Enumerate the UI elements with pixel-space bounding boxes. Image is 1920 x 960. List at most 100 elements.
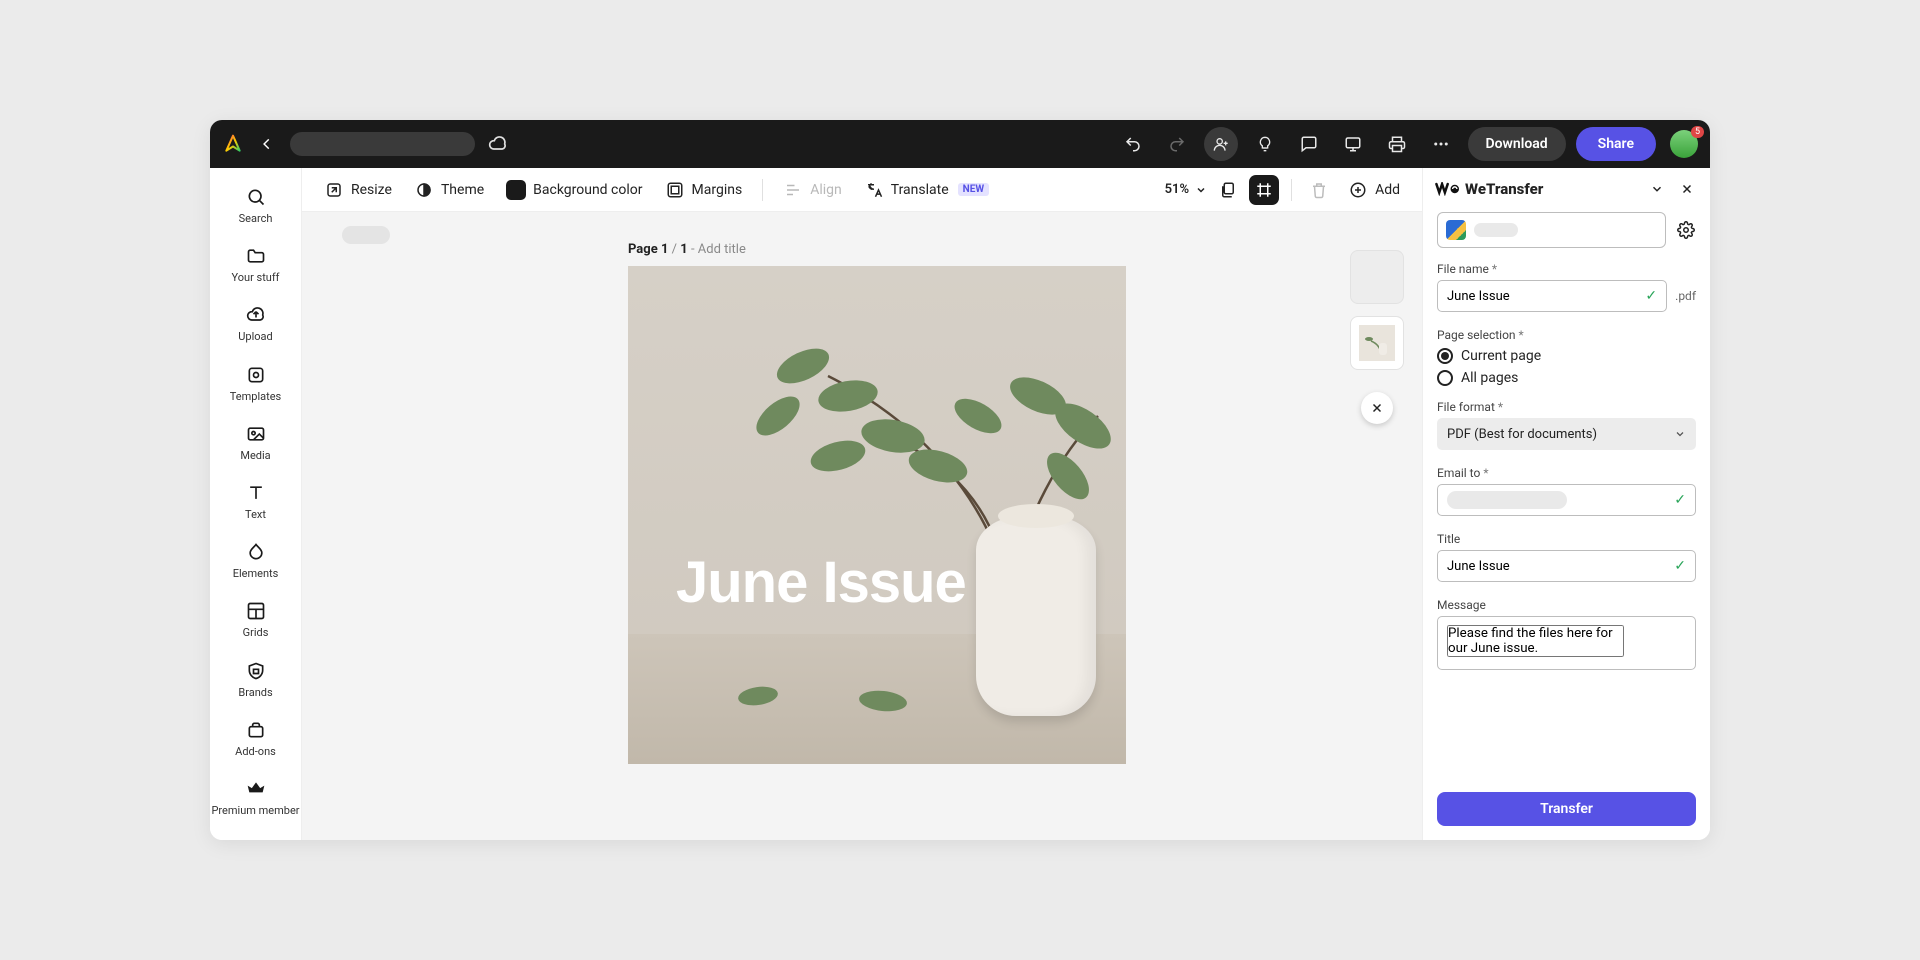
radio-label: All pages: [1461, 370, 1518, 386]
present-icon[interactable]: [1336, 127, 1370, 161]
email-placeholder: [1447, 491, 1567, 509]
artboard[interactable]: June Issue: [628, 266, 1126, 764]
rail-media[interactable]: Media: [210, 415, 301, 470]
resize-button[interactable]: Resize: [316, 176, 400, 204]
radio-all-pages[interactable]: All pages: [1437, 370, 1696, 386]
transfer-button[interactable]: Transfer: [1437, 792, 1696, 826]
comments-icon[interactable]: [1292, 127, 1326, 161]
theme-button[interactable]: Theme: [406, 176, 492, 204]
margins-icon: [665, 180, 685, 200]
hint-icon[interactable]: [1248, 127, 1282, 161]
translate-button[interactable]: Translate NEW: [856, 176, 997, 204]
check-icon: ✓: [1645, 288, 1657, 304]
message-textarea[interactable]: [1437, 616, 1696, 670]
wetransfer-account-select[interactable]: [1437, 212, 1666, 248]
collapse-panel-button[interactable]: [1646, 178, 1668, 200]
translate-label: Translate: [891, 182, 949, 198]
brands-icon: [245, 660, 267, 682]
zoom-value: 51%: [1165, 182, 1189, 197]
email-to-input[interactable]: ✓: [1437, 484, 1696, 516]
print-icon[interactable]: [1380, 127, 1414, 161]
rail-text[interactable]: Text: [210, 474, 301, 529]
add-collaborator-icon[interactable]: [1204, 127, 1238, 161]
zoom-control[interactable]: 51%: [1165, 182, 1207, 197]
notification-badge: 5: [1691, 126, 1704, 138]
cloud-sync-icon[interactable]: [485, 131, 511, 157]
title-input[interactable]: ✓: [1437, 550, 1696, 582]
rail-label: Brands: [238, 686, 272, 699]
share-button[interactable]: Share: [1576, 127, 1656, 161]
back-button[interactable]: [254, 131, 280, 157]
rail-label: Elements: [233, 567, 279, 580]
rail-brands[interactable]: Brands: [210, 652, 301, 707]
bgcolor-label: Background color: [533, 182, 642, 198]
user-avatar[interactable]: 5: [1670, 130, 1698, 158]
page-thumbnails: [1350, 250, 1404, 424]
rail-label: Search: [239, 212, 273, 225]
download-button[interactable]: Download: [1468, 127, 1566, 161]
canvas-scroll[interactable]: Page 1 / 1 - Add title: [302, 212, 1422, 840]
rail-grids[interactable]: Grids: [210, 592, 301, 647]
rail-upload[interactable]: Upload: [210, 296, 301, 351]
check-icon: ✓: [1674, 558, 1686, 574]
new-badge: NEW: [958, 183, 989, 196]
rail-elements[interactable]: Elements: [210, 533, 301, 588]
wetransfer-logo-icon: [1435, 182, 1459, 196]
close-thumbnails-button[interactable]: [1361, 392, 1393, 424]
radio-current-page[interactable]: Current page: [1437, 348, 1696, 364]
page-indicator[interactable]: Page 1 / 1 - Add title: [628, 242, 746, 257]
page-selection-label: Page selection*: [1437, 328, 1696, 342]
redo-button[interactable]: [1160, 127, 1194, 161]
search-pill[interactable]: [290, 132, 475, 156]
delete-button[interactable]: [1304, 175, 1334, 205]
more-icon[interactable]: [1424, 127, 1458, 161]
addons-icon: [245, 719, 267, 741]
margins-button[interactable]: Margins: [657, 176, 751, 204]
pages-button[interactable]: [1213, 175, 1243, 205]
file-format-label: File format*: [1437, 400, 1696, 414]
undo-button[interactable]: [1116, 127, 1150, 161]
rail-label: Grids: [243, 626, 269, 639]
divider: [762, 179, 763, 201]
rail-label: Text: [245, 508, 266, 521]
title-label: Title: [1437, 532, 1696, 546]
check-icon: ✓: [1674, 492, 1686, 508]
premium-icon: [245, 778, 267, 800]
panel-title: WeTransfer: [1435, 180, 1543, 198]
align-label: Align: [810, 182, 842, 198]
rail-premium[interactable]: Premium member: [210, 770, 301, 825]
page-total: 1: [680, 242, 687, 257]
text-icon: [245, 482, 267, 504]
add-page-button[interactable]: Add: [1340, 176, 1408, 204]
upload-icon: [245, 304, 267, 326]
templates-icon: [245, 364, 267, 386]
rail-your-stuff[interactable]: Your stuff: [210, 237, 301, 292]
rail-label: Premium member: [211, 804, 299, 817]
margins-label: Margins: [692, 182, 743, 198]
email-to-label: Email to*: [1437, 466, 1696, 480]
search-icon: [245, 186, 267, 208]
rail-addons[interactable]: Add-ons: [210, 711, 301, 766]
page-title-placeholder: Add title: [698, 242, 746, 257]
artboard-title-text[interactable]: June Issue: [676, 549, 966, 616]
close-panel-button[interactable]: [1676, 178, 1698, 200]
radio-icon: [1437, 370, 1453, 386]
resize-icon: [324, 180, 344, 200]
add-label: Add: [1375, 182, 1400, 198]
title-sep: -: [688, 242, 698, 257]
media-icon: [245, 423, 267, 445]
page-sep: /: [668, 242, 680, 257]
view-toggle-button[interactable]: [1249, 175, 1279, 205]
bgcolor-button[interactable]: Background color: [498, 176, 650, 204]
filename-input[interactable]: ✓: [1437, 280, 1667, 312]
resize-label: Resize: [351, 182, 392, 198]
app-logo[interactable]: [222, 133, 244, 155]
align-button: Align: [775, 176, 850, 204]
thumbnail-blank[interactable]: [1350, 250, 1404, 304]
file-format-select[interactable]: PDF (Best for documents): [1437, 418, 1696, 450]
thumbnail-page-1[interactable]: [1350, 316, 1404, 370]
account-placeholder: [1474, 223, 1518, 237]
rail-templates[interactable]: Templates: [210, 356, 301, 411]
rail-search[interactable]: Search: [210, 178, 301, 233]
panel-settings-button[interactable]: [1676, 220, 1696, 240]
